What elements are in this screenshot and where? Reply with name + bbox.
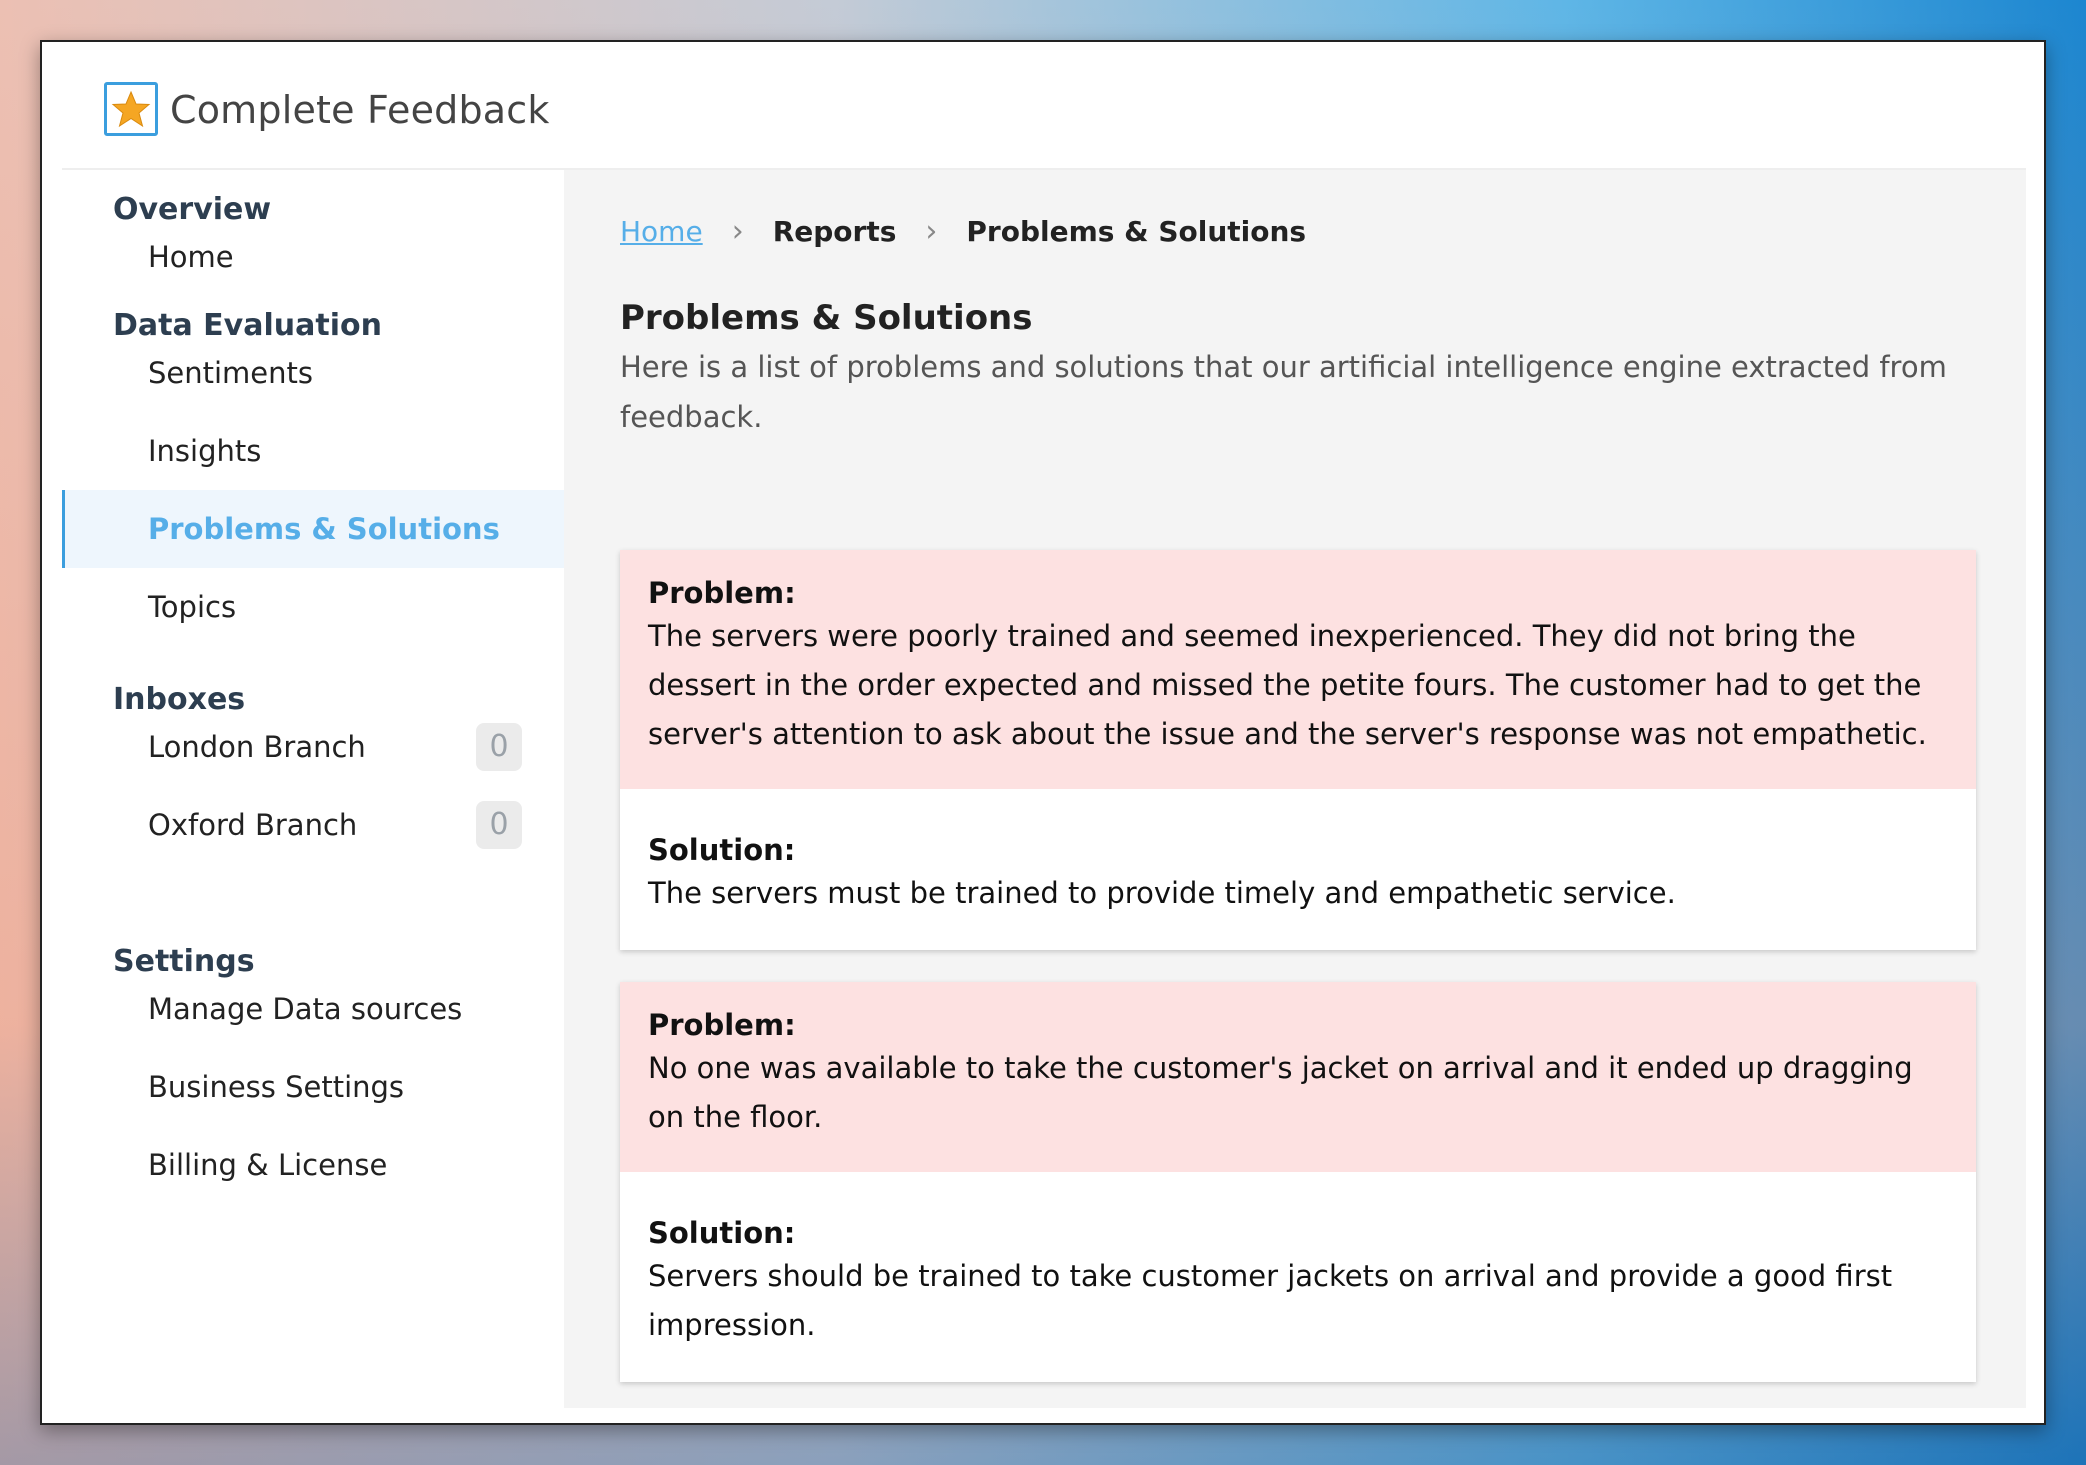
sidebar-item-label: Insights <box>148 434 262 468</box>
sidebar-item-label: Billing & License <box>148 1148 388 1182</box>
sidebar-item-label: Oxford Branch <box>148 808 358 842</box>
breadcrumb-reports: Reports <box>772 215 897 248</box>
sidebar-item-manage-data-sources[interactable]: Manage Data sources <box>62 970 564 1048</box>
sidebar-item-billing-license[interactable]: Billing & License <box>62 1126 564 1204</box>
problem-solution-card: Problem: No one was available to take th… <box>620 982 1976 1382</box>
breadcrumb-current: Problems & Solutions <box>966 215 1307 248</box>
breadcrumb-home-link[interactable]: Home <box>620 215 703 248</box>
sidebar-item-label: London Branch <box>148 730 366 764</box>
app-logo[interactable] <box>104 82 158 136</box>
sidebar-item-insights[interactable]: Insights <box>62 412 564 490</box>
solution-section: Solution: The servers must be trained to… <box>620 789 1976 950</box>
solution-label: Solution: <box>648 833 796 867</box>
problem-text: No one was available to take the custome… <box>648 1051 1913 1134</box>
sidebar-item-label: Topics <box>148 590 237 624</box>
sidebar-item-label: Manage Data sources <box>148 992 463 1026</box>
sidebar: Overview Home Data Evaluation Sentiments… <box>62 170 564 1408</box>
star-icon <box>111 89 151 129</box>
app-title: Complete Feedback <box>170 88 550 132</box>
sidebar-item-sentiments[interactable]: Sentiments <box>62 334 564 412</box>
sidebar-item-problems-solutions[interactable]: Problems & Solutions <box>62 490 564 568</box>
chevron-right-icon: › <box>731 214 744 249</box>
main-content: Home › Reports › Problems & Solutions Pr… <box>564 170 2026 1408</box>
sidebar-item-london-branch[interactable]: London Branch 0 <box>62 708 564 786</box>
solution-text: Servers should be trained to take custom… <box>648 1259 1893 1342</box>
solution-text: The servers must be trained to provide t… <box>648 876 1676 910</box>
solution-label: Solution: <box>648 1216 796 1250</box>
problem-solution-card: Problem: The servers were poorly trained… <box>620 550 1976 950</box>
breadcrumb: Home › Reports › Problems & Solutions <box>620 214 1306 249</box>
app-window: Complete Feedback Overview Home Data Eva… <box>40 40 2046 1425</box>
problem-text: The servers were poorly trained and seem… <box>648 619 1927 751</box>
header: Complete Feedback <box>62 42 2026 170</box>
sidebar-item-business-settings[interactable]: Business Settings <box>62 1048 564 1126</box>
sidebar-item-topics[interactable]: Topics <box>62 568 564 646</box>
sidebar-item-label: Home <box>148 240 234 274</box>
sidebar-item-label: Sentiments <box>148 356 314 390</box>
inbox-count-badge: 0 <box>476 723 522 771</box>
page-description: Here is a list of problems and solutions… <box>620 350 1947 434</box>
sidebar-item-label: Business Settings <box>148 1070 405 1104</box>
solution-section: Solution: Servers should be trained to t… <box>620 1172 1976 1382</box>
sidebar-item-home[interactable]: Home <box>62 218 564 296</box>
chevron-right-icon: › <box>925 214 938 249</box>
problem-section: Problem: The servers were poorly trained… <box>620 550 1976 789</box>
sidebar-item-oxford-branch[interactable]: Oxford Branch 0 <box>62 786 564 864</box>
problem-label: Problem: <box>648 576 796 610</box>
problem-section: Problem: No one was available to take th… <box>620 982 1976 1172</box>
sidebar-item-label: Problems & Solutions <box>148 512 500 546</box>
page-title: Problems & Solutions <box>620 298 1033 338</box>
problem-label: Problem: <box>648 1008 796 1042</box>
inbox-count-badge: 0 <box>476 801 522 849</box>
